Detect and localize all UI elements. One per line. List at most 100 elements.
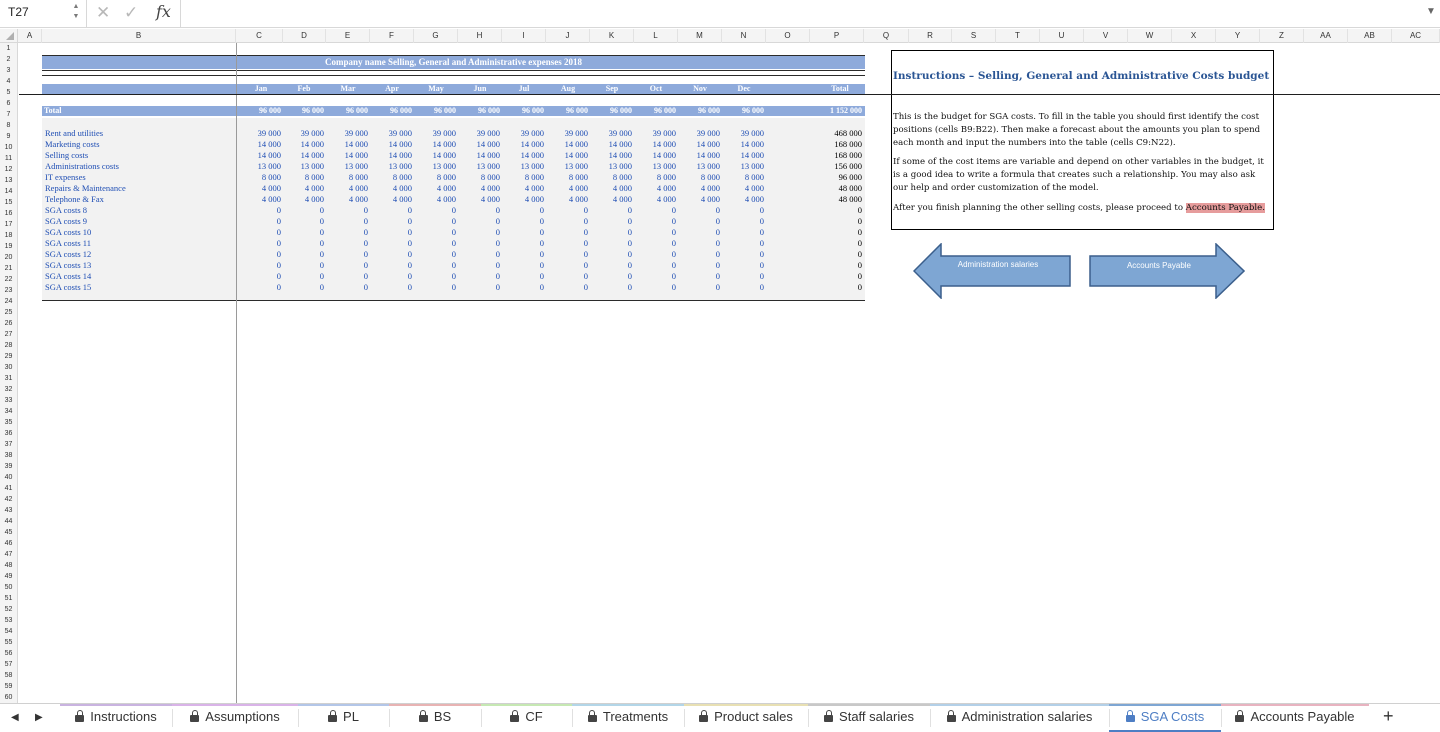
cost-value-cell[interactable]: 0 (544, 271, 588, 282)
cost-value-cell[interactable]: 14 000 (544, 139, 588, 150)
cost-value-cell[interactable]: 4 000 (324, 183, 368, 194)
row-header[interactable]: 59 (0, 681, 17, 692)
column-header[interactable]: H (458, 29, 502, 43)
sheet-tab[interactable]: Product sales (684, 704, 808, 732)
cost-value-cell[interactable]: 0 (368, 260, 412, 271)
row-total-cell[interactable]: 0 (818, 282, 862, 293)
cost-value-cell[interactable]: 0 (368, 271, 412, 282)
cost-value-cell[interactable]: 0 (237, 282, 281, 293)
cost-value-cell[interactable]: 4 000 (676, 183, 720, 194)
cost-value-cell[interactable]: 0 (368, 238, 412, 249)
column-header[interactable]: D (283, 29, 326, 43)
monthly-total-cell[interactable]: 96 000 (720, 106, 764, 116)
cost-value-cell[interactable]: 0 (676, 282, 720, 293)
cost-value-cell[interactable]: 0 (324, 227, 368, 238)
cost-value-cell[interactable]: 8 000 (237, 172, 281, 183)
cost-value-cell[interactable]: 13 000 (324, 161, 368, 172)
cost-value-cell[interactable]: 0 (500, 238, 544, 249)
cost-value-cell[interactable]: 0 (676, 271, 720, 282)
monthly-total-cell[interactable]: 96 000 (588, 106, 632, 116)
cost-value-cell[interactable]: 0 (720, 260, 764, 271)
cost-value-cell[interactable]: 0 (412, 205, 456, 216)
cost-value-cell[interactable]: 4 000 (544, 194, 588, 205)
column-header[interactable]: S (952, 29, 996, 43)
column-header[interactable]: AA (1304, 29, 1348, 43)
column-header[interactable]: I (502, 29, 546, 43)
cost-value-cell[interactable]: 14 000 (280, 139, 324, 150)
cost-value-cell[interactable]: 13 000 (720, 161, 764, 172)
row-header[interactable]: 42 (0, 494, 17, 505)
sheet-tab[interactable]: Treatments (572, 704, 684, 732)
monthly-total-cell[interactable]: 96 000 (632, 106, 676, 116)
row-total-cell[interactable]: 0 (818, 249, 862, 260)
row-header[interactable]: 13 (0, 175, 17, 186)
column-header[interactable]: W (1128, 29, 1172, 43)
column-header[interactable]: B (42, 29, 236, 43)
cost-value-cell[interactable]: 0 (720, 216, 764, 227)
row-total-cell[interactable]: 0 (818, 216, 862, 227)
row-total-cell[interactable]: 96 000 (818, 172, 862, 183)
row-header[interactable]: 24 (0, 296, 17, 307)
row-header[interactable]: 44 (0, 516, 17, 527)
cost-value-cell[interactable]: 0 (412, 249, 456, 260)
cost-value-cell[interactable]: 0 (588, 249, 632, 260)
row-header[interactable]: 25 (0, 307, 17, 318)
column-header[interactable]: X (1172, 29, 1216, 43)
scroll-tabs-left-icon[interactable]: ◀ (11, 712, 19, 723)
cost-value-cell[interactable]: 0 (632, 238, 676, 249)
cell-area[interactable]: Company name Selling, General and Admini… (18, 43, 1440, 703)
cost-label-cell[interactable]: SGA costs 10 (45, 227, 91, 238)
cost-value-cell[interactable]: 0 (588, 260, 632, 271)
cost-value-cell[interactable]: 0 (676, 260, 720, 271)
cost-value-cell[interactable]: 0 (237, 227, 281, 238)
cost-value-cell[interactable]: 14 000 (456, 139, 500, 150)
cost-value-cell[interactable]: 4 000 (456, 183, 500, 194)
cost-value-cell[interactable]: 0 (324, 282, 368, 293)
cost-value-cell[interactable]: 0 (368, 282, 412, 293)
cost-value-cell[interactable]: 0 (280, 271, 324, 282)
cost-value-cell[interactable]: 0 (720, 249, 764, 260)
row-header[interactable]: 5 (0, 87, 17, 98)
cost-value-cell[interactable]: 0 (588, 238, 632, 249)
cost-value-cell[interactable]: 4 000 (237, 194, 281, 205)
row-header[interactable]: 12 (0, 164, 17, 175)
expand-formula-bar-icon[interactable]: ▼ (1426, 6, 1436, 17)
sheet-tab[interactable]: Staff salaries (808, 704, 930, 732)
cost-value-cell[interactable]: 8 000 (456, 172, 500, 183)
row-total-cell[interactable]: 168 000 (818, 150, 862, 161)
monthly-total-cell[interactable]: 96 000 (237, 106, 281, 116)
cost-value-cell[interactable]: 0 (412, 271, 456, 282)
row-header[interactable]: 20 (0, 252, 17, 263)
row-header[interactable]: 55 (0, 637, 17, 648)
cost-value-cell[interactable]: 13 000 (412, 161, 456, 172)
row-header[interactable]: 48 (0, 560, 17, 571)
column-header[interactable]: A (18, 29, 42, 43)
row-total-cell[interactable]: 0 (818, 260, 862, 271)
cost-value-cell[interactable]: 0 (720, 271, 764, 282)
cost-value-cell[interactable]: 0 (500, 260, 544, 271)
cost-value-cell[interactable]: 14 000 (588, 139, 632, 150)
cost-value-cell[interactable]: 0 (456, 282, 500, 293)
cost-value-cell[interactable]: 0 (632, 205, 676, 216)
row-total-cell[interactable]: 168 000 (818, 139, 862, 150)
row-header[interactable]: 60 (0, 692, 17, 703)
cost-value-cell[interactable]: 39 000 (500, 128, 544, 139)
cost-label-cell[interactable]: Administrations costs (45, 161, 119, 172)
cost-value-cell[interactable]: 13 000 (237, 161, 281, 172)
monthly-total-cell[interactable]: 96 000 (368, 106, 412, 116)
cost-value-cell[interactable]: 13 000 (500, 161, 544, 172)
cost-label-cell[interactable]: Rent and utilities (45, 128, 103, 139)
cost-value-cell[interactable]: 0 (368, 227, 412, 238)
column-header[interactable]: Q (864, 29, 909, 43)
cost-value-cell[interactable]: 0 (500, 282, 544, 293)
cost-value-cell[interactable]: 4 000 (412, 194, 456, 205)
row-header[interactable]: 14 (0, 186, 17, 197)
cost-value-cell[interactable]: 4 000 (368, 183, 412, 194)
next-sheet-label[interactable]: Accounts Payable (1099, 261, 1219, 270)
cost-value-cell[interactable]: 0 (324, 260, 368, 271)
name-box[interactable]: T27 (8, 5, 29, 19)
cost-value-cell[interactable]: 39 000 (632, 128, 676, 139)
cost-value-cell[interactable]: 0 (456, 227, 500, 238)
cost-value-cell[interactable]: 0 (456, 205, 500, 216)
row-header[interactable]: 30 (0, 362, 17, 373)
